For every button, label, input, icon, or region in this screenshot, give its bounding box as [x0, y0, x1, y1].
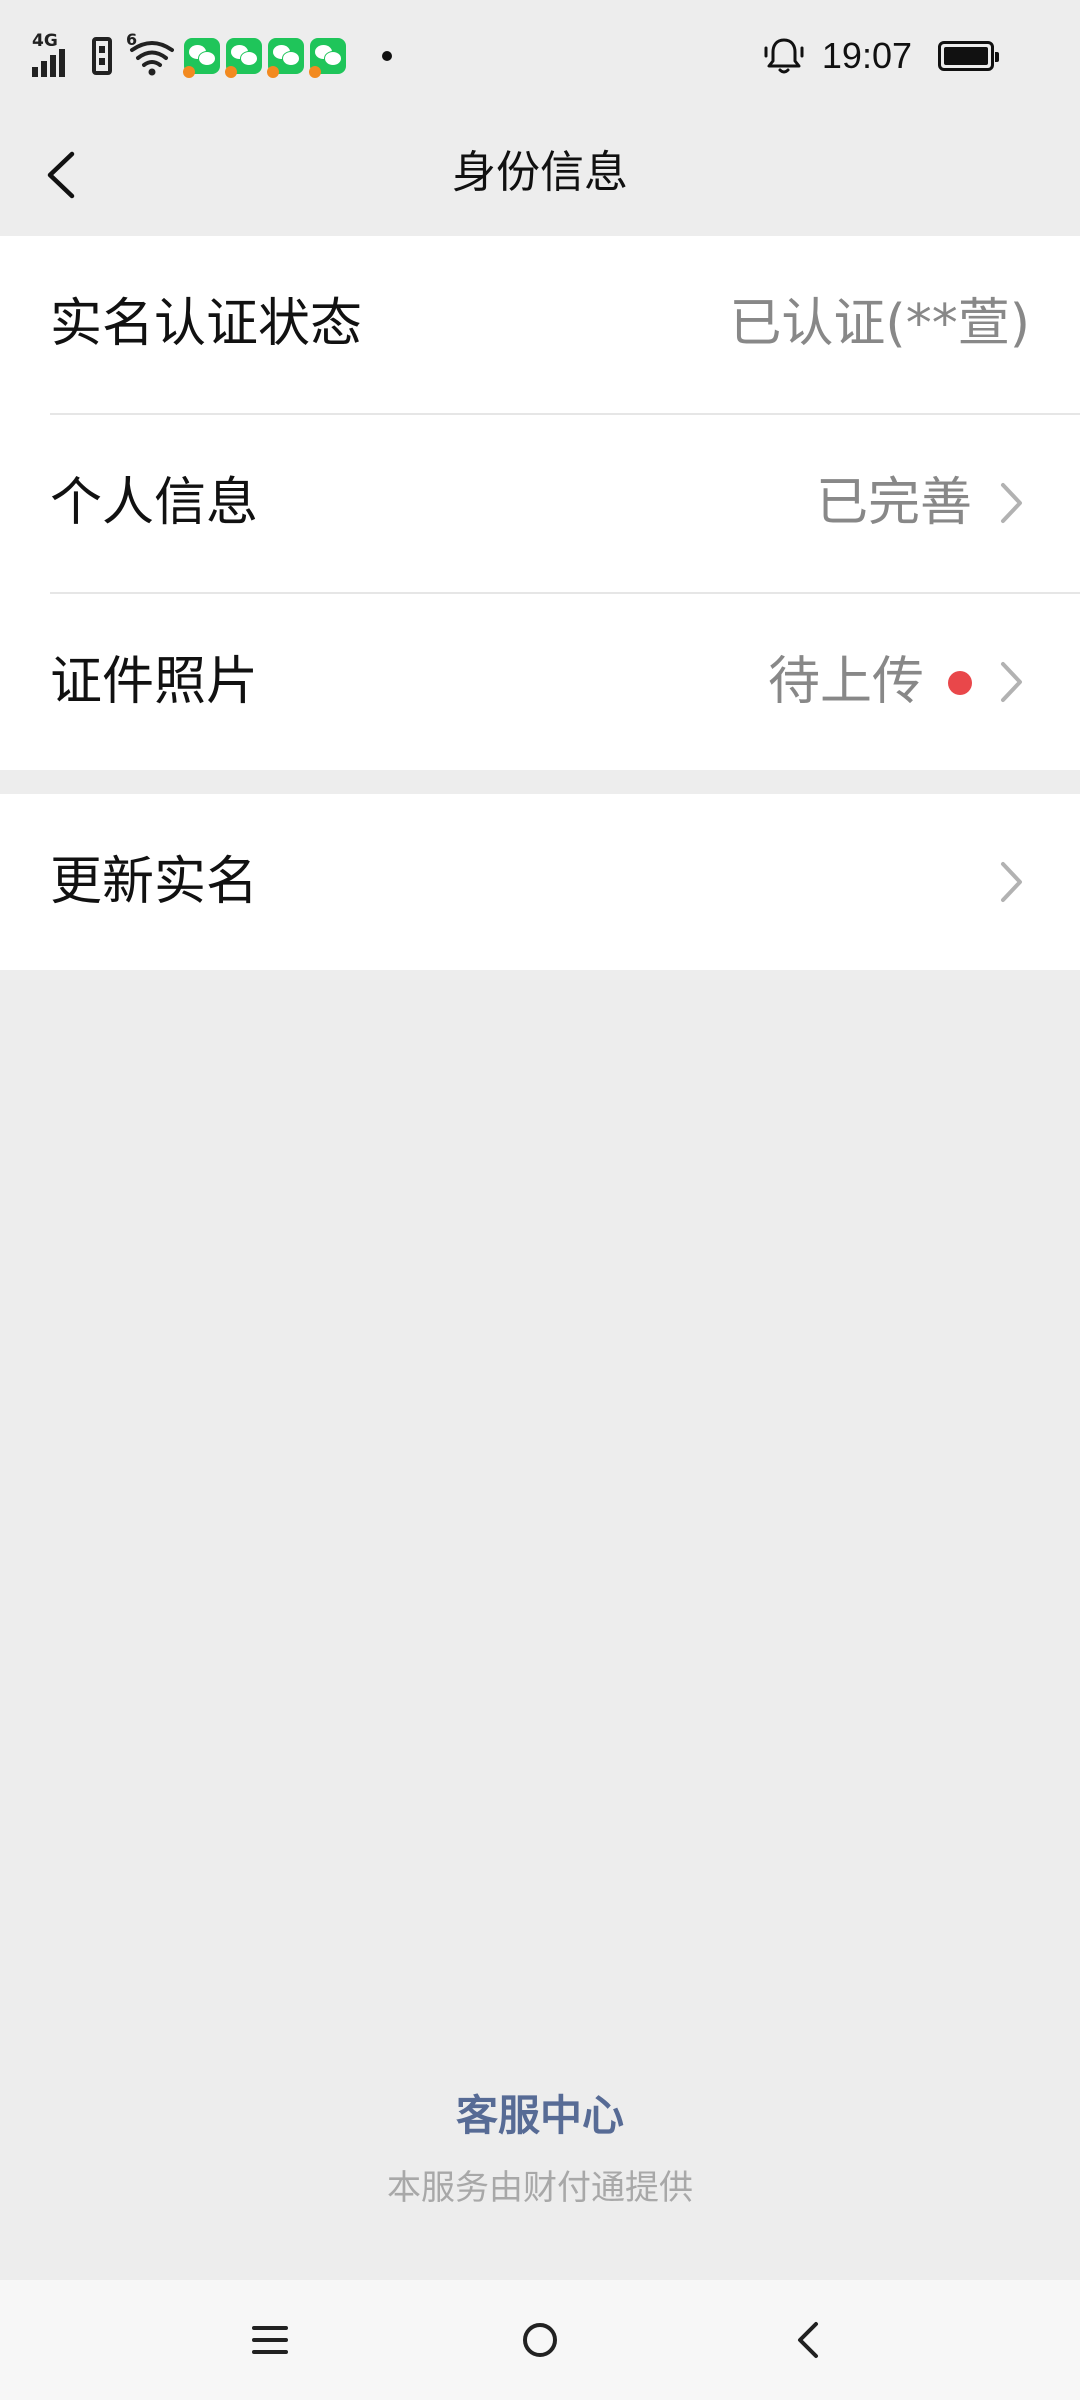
system-back-button[interactable] [774, 2304, 846, 2376]
row-label: 更新实名 [50, 852, 259, 912]
wechat-icon [183, 38, 220, 78]
battery-icon [938, 41, 999, 71]
page-title: 身份信息 [452, 147, 628, 198]
wifi-standard-label: 6 [126, 30, 138, 49]
row-personal-info[interactable]: 个人信息 已完善 [0, 415, 1080, 592]
identity-info-group: 实名认证状态 已认证(**萱) 个人信息 已完善 证件照片 待上传 [0, 236, 1080, 770]
personal-info-status: 已完善 [815, 473, 972, 533]
status-left: 4G 6 [32, 28, 392, 84]
wechat-icon [309, 38, 346, 78]
nav-header: 身份信息 [0, 110, 1080, 236]
id-photos-status: 待上传 [767, 652, 924, 712]
wechat-icon [225, 38, 262, 78]
customer-service-link[interactable]: 客服中心 [0, 2082, 1080, 2143]
status-right: 19:07 [762, 28, 999, 84]
status-bar: 4G 6 19:07 [0, 0, 1080, 110]
more-notifications-dot-icon [382, 51, 392, 61]
provider-note: 本服务由财付通提供 [387, 2168, 693, 2208]
row-id-photos[interactable]: 证件照片 待上传 [0, 594, 1080, 771]
recent-apps-button[interactable] [234, 2304, 306, 2376]
chevron-left-icon [798, 2322, 818, 2358]
chevron-right-icon [1001, 862, 1022, 902]
row-update-real-name[interactable]: 更新实名 [0, 794, 1080, 970]
row-label: 实名认证状态 [50, 294, 363, 354]
cellular-signal-icon: 4G [32, 31, 78, 79]
clock: 19:07 [821, 35, 912, 76]
system-nav-bar [0, 2280, 1080, 2400]
row-label: 证件照片 [50, 652, 259, 712]
home-circle-icon [523, 2323, 557, 2357]
home-button[interactable] [504, 2304, 576, 2376]
row-verification-status: 实名认证状态 已认证(**萱) [0, 236, 1080, 413]
chevron-right-icon [1001, 483, 1022, 523]
sim-card-icon [92, 37, 112, 75]
chevron-right-icon [1001, 662, 1022, 702]
update-group: 更新实名 [0, 794, 1080, 970]
pending-alert-dot-icon [948, 671, 972, 695]
wechat-icon [267, 38, 304, 78]
row-label: 个人信息 [50, 473, 259, 533]
verification-status-value: 已认证(**萱) [729, 294, 1030, 354]
bell-icon [764, 38, 804, 74]
menu-icon [252, 2326, 288, 2354]
wifi-icon: 6 [126, 30, 174, 78]
network-type-label: 4G [32, 31, 58, 51]
